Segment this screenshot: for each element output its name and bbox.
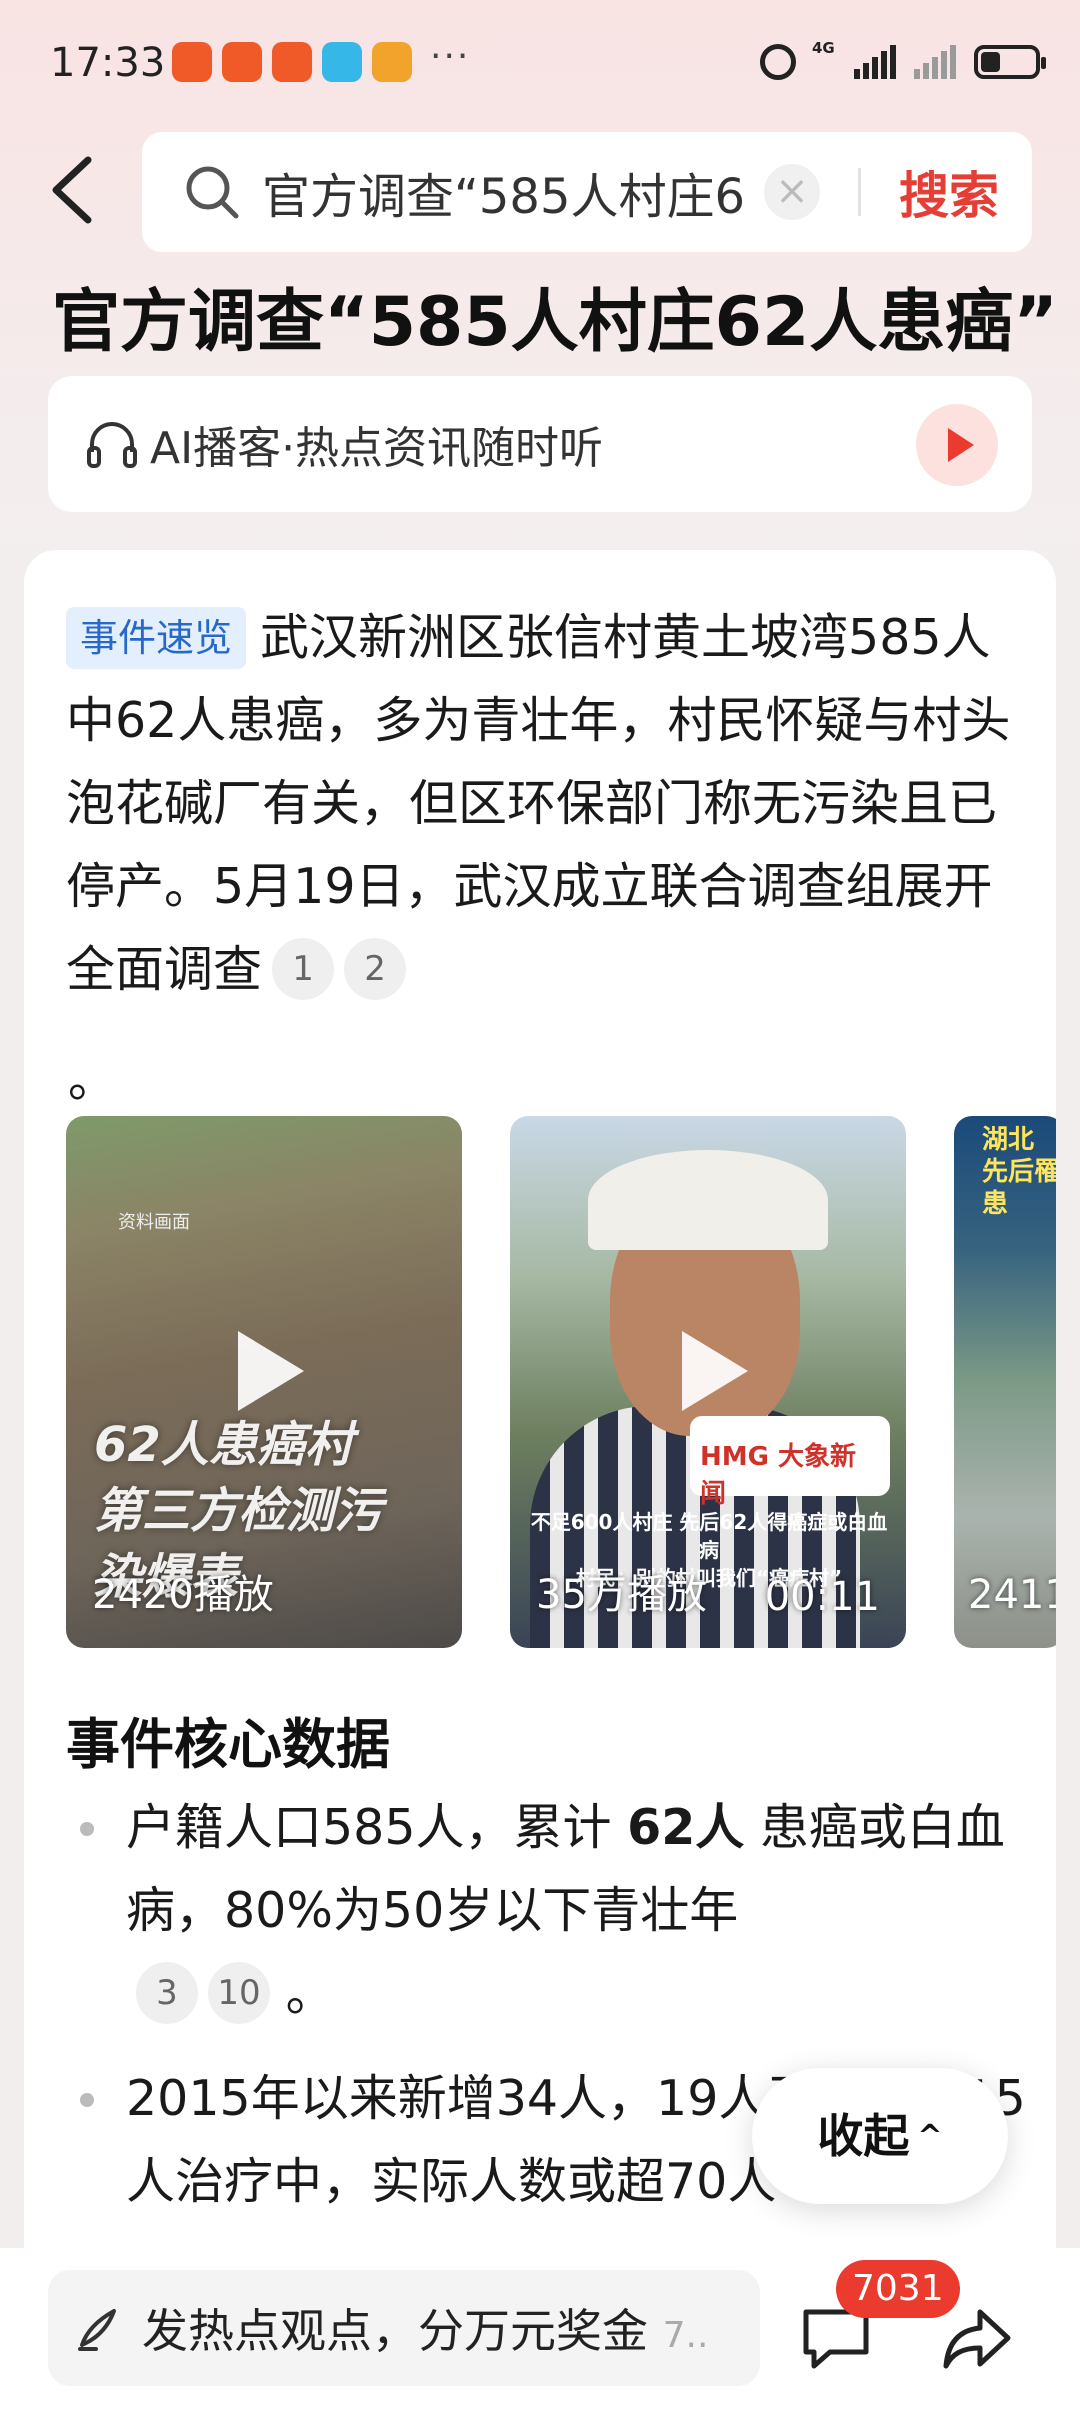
network-type-label: 4G [812,39,835,57]
ai-podcast-bar[interactable]: AI播客·热点资讯随时听 [48,376,1032,512]
video-card[interactable]: 资料画面 62人患癌村 第三方检测污 染爆表 2420播放 [66,1116,462,1648]
play-icon[interactable] [916,404,998,486]
play-icon [682,1331,748,1412]
video-watermark: 资料画面 [118,1212,190,1233]
app-notification-icon [172,42,212,82]
highlight-number: 62人 [627,1799,745,1856]
clear-icon[interactable]: × [764,164,820,220]
status-time: 17:33 [50,40,166,86]
video-card[interactable]: 湖北 先后罹患 2411播 [954,1116,1056,1648]
alarm-icon [760,44,796,80]
more-notifications-icon: ··· [430,36,471,77]
app-notification-icon [222,42,262,82]
core-data-heading: 事件核心数据 [66,1713,390,1776]
video-card[interactable]: HMG 大象新闻 不足600人村庄 先后62人得癌症或白血病 村民：别的村叫我们… [510,1116,906,1648]
comment-input[interactable]: 发热点观点，分万元奖金 7.. [48,2270,760,2386]
headphones-icon [87,422,137,468]
citation-3[interactable]: 3 [136,1962,198,2024]
back-arrow-icon[interactable] [40,150,110,230]
app-notification-icon [272,42,312,82]
chevron-up-icon: ^ [917,2119,943,2154]
status-bar: 17:33 ··· 4G [0,0,1080,135]
divider [858,168,861,216]
play-icon [238,1331,304,1412]
video-views: 35万播放 [536,1572,707,1618]
video-thumbnail-shape [588,1150,828,1250]
video-views: 2411播 [968,1572,1056,1618]
page-title: 官方调查“585人村庄62人患癌” [52,283,1058,362]
battery-icon [974,45,1046,79]
event-overview-tag: 事件速览 [66,607,247,669]
video-views: 2420播放 [92,1572,274,1618]
status-indicators: 4G [760,39,1046,80]
search-input[interactable]: 官方调查“585人村庄62人患癌” [262,157,742,227]
list-item: 户籍人口585人，累计 62人 患癌或白血病，80%为50岁以下青壮年 3 10 … [66,1786,1026,2035]
bottom-action-bar: 发热点观点，分万元奖金 7.. 7031 [0,2248,1080,2412]
citation-10[interactable]: 10 [208,1962,270,2024]
video-duration: 00:11 [764,1574,880,1620]
collapse-button[interactable]: 收起 ^ [752,2068,1008,2204]
summary-period: 。 [68,1052,117,1108]
search-button[interactable]: 搜索 [899,156,999,228]
video-caption: 湖北 先后罹患 [982,1125,1056,1219]
share-icon[interactable] [940,2302,1014,2376]
microphone-logo: HMG 大象新闻 [690,1416,890,1509]
search-bar[interactable]: 官方调查“585人村庄62人患癌” × 搜索 [142,132,1032,252]
video-carousel[interactable]: 资料画面 62人患癌村 第三方检测污 染爆表 2420播放 HMG 大象新闻 不… [66,1116,1056,1648]
citation-2[interactable]: 2 [344,938,407,1000]
signal-strength-icon: 4G [812,39,896,79]
event-summary: 事件速览 武汉新洲区张信村黄土坡湾585人中62人患癌，多为青壮年，村民怀疑与村头… [66,596,1026,1011]
signal-strength-2-icon [914,45,956,79]
app-notification-icon [372,42,412,82]
search-icon [186,166,239,219]
comment-placeholder: 发热点观点，分万元奖金 7.. [142,2304,709,2358]
citation-1[interactable]: 1 [272,938,335,1000]
app-notification-icon [322,42,362,82]
podcast-label: AI播客·热点资讯随时听 [150,423,604,474]
notification-app-icons [172,42,412,82]
pen-icon [78,2309,116,2351]
